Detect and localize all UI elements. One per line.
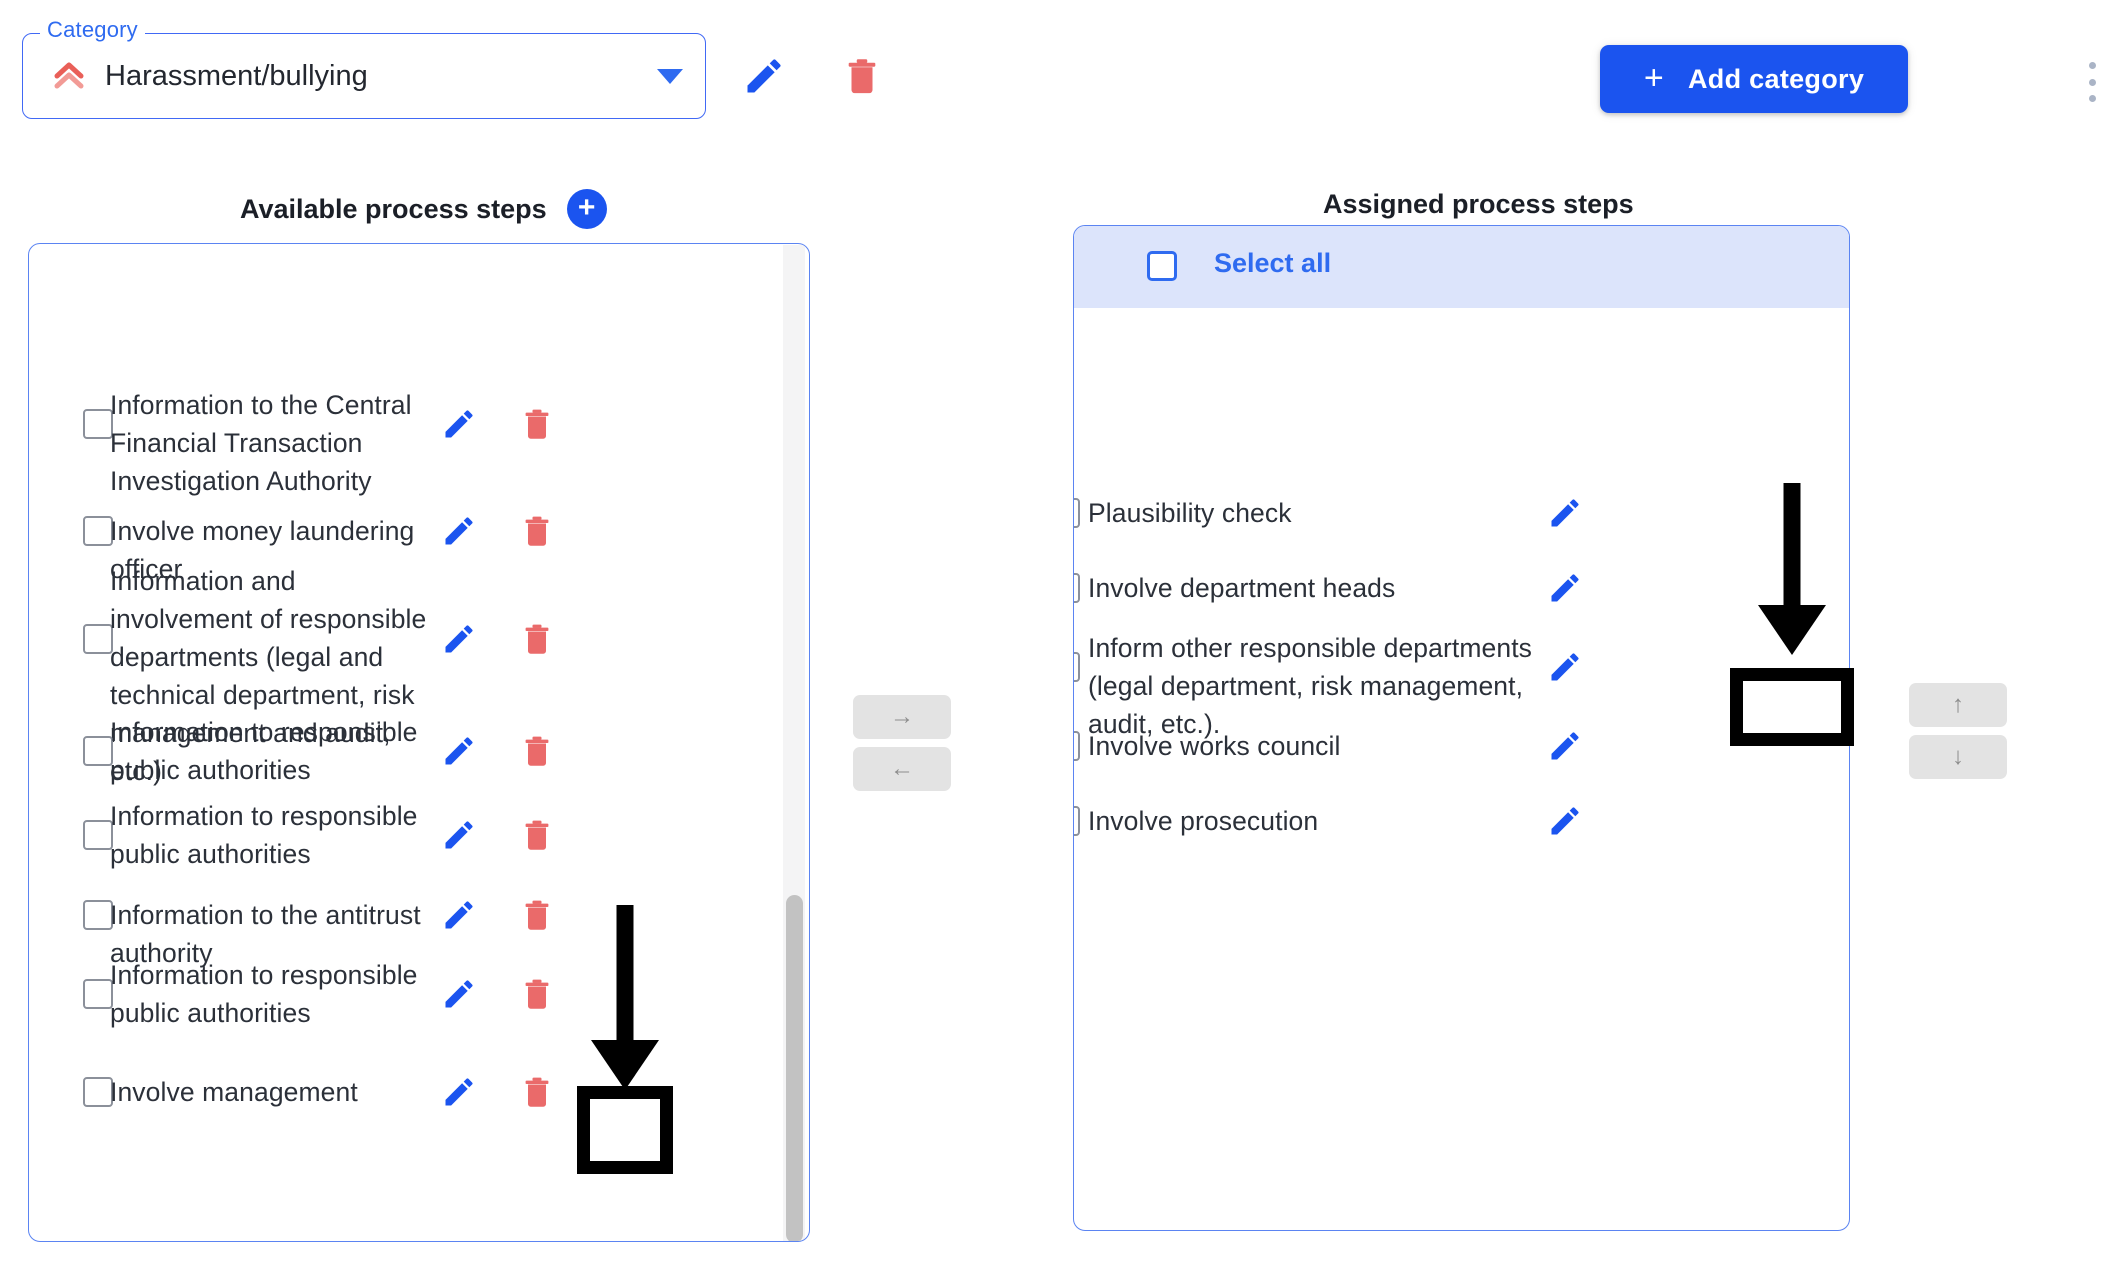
assigned-step-checkbox[interactable] — [1074, 498, 1080, 528]
edit-assigned-step-button[interactable] — [1547, 495, 1583, 536]
available-steps-heading: Available process steps + — [240, 189, 607, 229]
pencil-icon — [1551, 574, 1579, 602]
assigned-step-checkbox[interactable] — [1074, 573, 1080, 603]
trash-icon — [525, 624, 549, 654]
assigned-step-label: Inform other responsible departments (le… — [1088, 633, 1533, 739]
pencil-icon — [445, 821, 473, 849]
process-step-checkbox[interactable] — [83, 820, 113, 850]
pencil-icon — [1551, 732, 1579, 760]
delete-process-step-button[interactable] — [519, 733, 555, 774]
delete-process-step-button[interactable] — [519, 976, 555, 1017]
edit-process-step-involve-management[interactable] — [441, 1074, 477, 1115]
trash-icon — [525, 516, 549, 546]
annotation-highlight-left — [577, 1086, 673, 1174]
assigned-step-checkbox[interactable] — [1074, 806, 1080, 836]
list-scrollbar[interactable] — [783, 245, 805, 1241]
process-steps-configuration-page: Harassment/bullying Category + Add categ… — [0, 0, 2126, 1266]
move-to-assigned-button[interactable]: → — [853, 695, 951, 739]
process-step-checkbox[interactable] — [83, 409, 113, 439]
edit-process-step-button[interactable] — [441, 513, 477, 554]
edit-assigned-step-button[interactable] — [1547, 649, 1583, 690]
delete-process-step-button[interactable] — [519, 897, 555, 938]
move-up-button[interactable]: ↑ — [1909, 683, 2007, 727]
available-process-steps-list: Information to the Central Financial Tra… — [28, 243, 810, 1242]
delete-process-step-button[interactable] — [519, 817, 555, 858]
pencil-icon — [445, 625, 473, 653]
delete-process-step-button[interactable] — [519, 1074, 555, 1115]
pencil-icon — [1551, 807, 1579, 835]
assigned-step-label: Involve works council — [1088, 731, 1341, 761]
assigned-step-label: Plausibility check — [1088, 498, 1292, 528]
assigned-step-label: Involve department heads — [1088, 573, 1396, 603]
select-all-label: Select all — [1214, 248, 1332, 278]
assigned-step-label: Involve prosecution — [1088, 806, 1319, 836]
category-field-label: Category — [40, 19, 145, 41]
delete-process-step-button[interactable] — [519, 621, 555, 662]
assigned-steps-heading: Assigned process steps — [1323, 189, 1634, 220]
trash-icon — [525, 736, 549, 766]
annotation-highlight-right — [1730, 668, 1854, 746]
pencil-icon — [1551, 653, 1579, 681]
add-category-label: Add category — [1688, 63, 1865, 94]
process-step-checkbox[interactable] — [83, 516, 113, 546]
process-step-checkbox[interactable] — [83, 900, 113, 930]
delete-category-button[interactable] — [838, 52, 886, 100]
trash-icon — [525, 979, 549, 1009]
edit-process-step-button[interactable] — [441, 406, 477, 447]
plus-icon: + — [1643, 58, 1664, 97]
edit-process-step-button[interactable] — [441, 621, 477, 662]
pencil-icon — [747, 59, 781, 93]
kebab-menu-icon[interactable] — [2078, 62, 2106, 102]
process-step-checkbox[interactable] — [83, 1077, 113, 1107]
edit-category-button[interactable] — [740, 52, 788, 100]
pencil-icon — [445, 517, 473, 545]
trash-icon — [525, 900, 549, 930]
plus-icon: + — [577, 190, 596, 224]
process-step-label: Information to the Central Financial Tra… — [110, 390, 412, 496]
chevron-down-icon[interactable] — [657, 68, 683, 84]
edit-process-step-involve-works-council[interactable] — [1547, 728, 1583, 769]
pencil-icon — [445, 980, 473, 1008]
add-process-step-button[interactable]: + — [566, 189, 607, 229]
edit-process-step-button[interactable] — [441, 976, 477, 1017]
edit-process-step-button[interactable] — [441, 733, 477, 774]
select-all-row[interactable]: Select all — [1074, 226, 1849, 308]
pencil-icon — [445, 410, 473, 438]
move-to-available-button[interactable]: ← — [853, 747, 951, 791]
category-select[interactable]: Harassment/bullying — [22, 33, 706, 119]
top-toolbar: Harassment/bullying Category + Add categ… — [0, 0, 2126, 160]
select-all-checkbox[interactable] — [1147, 251, 1177, 281]
edit-process-step-button[interactable] — [441, 897, 477, 938]
process-step-label: Involve management — [110, 1077, 358, 1107]
process-step-checkbox[interactable] — [83, 979, 113, 1009]
process-step-checkbox[interactable] — [83, 736, 113, 766]
double-chevron-up-icon — [49, 56, 89, 96]
trash-icon — [525, 820, 549, 850]
assigned-step-checkbox[interactable] — [1074, 731, 1080, 761]
edit-process-step-button[interactable] — [441, 817, 477, 858]
delete-process-step-button[interactable] — [519, 406, 555, 447]
process-step-checkbox[interactable] — [83, 624, 113, 654]
category-selected-value: Harassment/bullying — [105, 59, 368, 92]
move-down-button[interactable]: ↓ — [1909, 735, 2007, 779]
trash-icon — [848, 59, 876, 94]
edit-assigned-step-button[interactable] — [1547, 570, 1583, 611]
pencil-icon — [1551, 499, 1579, 527]
pencil-icon — [445, 737, 473, 765]
process-step-label: Information to responsible public author… — [110, 960, 418, 1028]
process-step-label: Information to responsible public author… — [110, 801, 418, 869]
delete-process-step-button[interactable] — [519, 513, 555, 554]
scrollbar-thumb[interactable] — [786, 895, 803, 1241]
process-step-label: Information to responsible public author… — [110, 717, 418, 785]
pencil-icon — [445, 1078, 473, 1106]
add-category-button[interactable]: + Add category — [1600, 45, 1908, 113]
trash-icon — [525, 1077, 549, 1107]
assigned-step-checkbox[interactable] — [1074, 652, 1080, 682]
pencil-icon — [445, 901, 473, 929]
available-steps-title: Available process steps — [240, 193, 547, 224]
edit-assigned-step-button[interactable] — [1547, 803, 1583, 844]
trash-icon — [525, 409, 549, 439]
assigned-steps-title: Assigned process steps — [1323, 189, 1634, 219]
